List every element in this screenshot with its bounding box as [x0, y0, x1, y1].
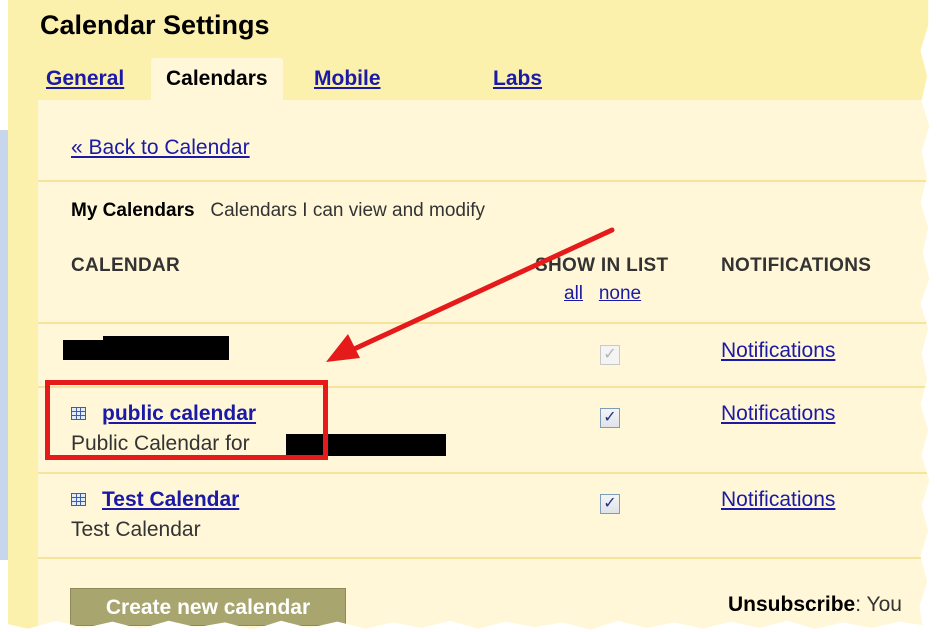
- annotation-arrow-icon: [326, 227, 615, 362]
